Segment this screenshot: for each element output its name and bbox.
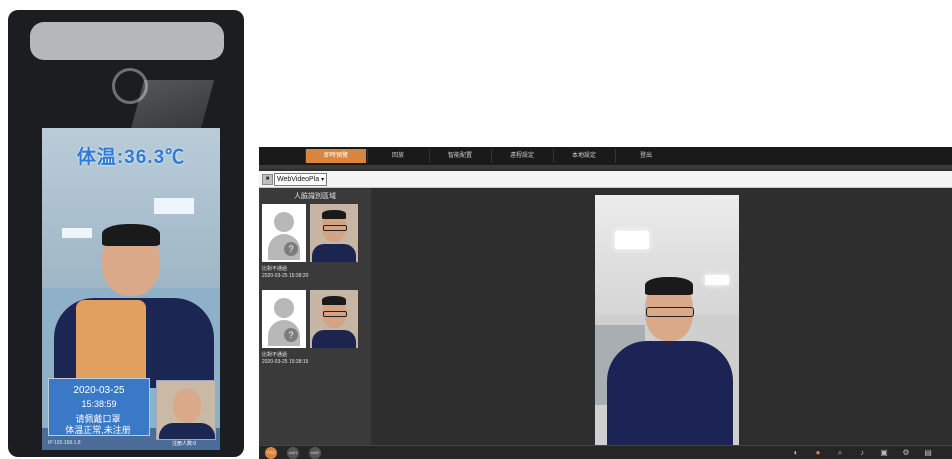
web-client: 即時預覽 回放 智能配置 遠程設定 本地設定 登出 ■ WebVideoPla ▾… — [259, 147, 952, 459]
chevron-down-icon: ▾ — [321, 177, 325, 183]
audio-icon[interactable]: ♪ — [857, 448, 867, 458]
settings-icon[interactable]: ⚙ — [901, 448, 911, 458]
tab-remote-settings[interactable]: 遠程設定 — [491, 149, 552, 163]
record-time: 2020-03-25 15:38:20 — [262, 273, 309, 279]
tab-smart-config[interactable]: 智能配置 — [429, 149, 490, 163]
temperature-readout: 体温:36.3℃ — [76, 147, 186, 168]
registered-count: 注册人数:0 — [172, 441, 197, 447]
fullscreen-icon[interactable]: ▣ — [879, 448, 889, 458]
device-top-cover — [30, 22, 224, 60]
captured-face — [310, 290, 358, 348]
tab-live-view[interactable]: 即時預覽 — [305, 149, 366, 163]
plugin-icon[interactable]: ■ — [262, 174, 273, 185]
tab-logout[interactable]: 登出 — [615, 149, 676, 163]
face-recognition-panel: 人臉識別區域 ? 比對不通過 2020-03-25 15:38:20 ? 比對不… — [259, 188, 371, 445]
video-channel-label: IPC — [597, 196, 603, 200]
tab-playback[interactable]: 回放 — [367, 149, 428, 163]
zoom-icon[interactable]: ⌕ — [835, 448, 845, 458]
record-icon[interactable]: ● — [813, 448, 823, 458]
device-ip: IP:192.168.1.8 — [48, 440, 81, 446]
captured-face — [310, 204, 358, 262]
device-message: 请佩戴口罩 体温正常,未注册 — [65, 414, 131, 435]
tab-local-settings[interactable]: 本地設定 — [553, 149, 614, 163]
device-date: 2020-03-25 — [73, 385, 125, 396]
video-timestamp: 2020-03-25 15:38:21 — [709, 196, 737, 200]
camera-icon[interactable]: ▤ — [923, 448, 933, 458]
channel-1-button[interactable]: ch01 — [287, 447, 299, 459]
channel-2-button[interactable]: ch02 — [309, 447, 321, 459]
unknown-avatar-icon: ? — [262, 204, 306, 262]
device-photo: 体温:36.3℃ 2020-03-25 15:38:59 请佩戴口罩 体温正常,… — [8, 10, 244, 457]
panel-title: 人臉識別區域 — [294, 193, 336, 200]
plugin-select[interactable]: WebVideoPla ▾ — [274, 173, 328, 186]
ptz-button[interactable]: PTZ — [265, 447, 277, 459]
top-nav: 即時預覽 回放 智能配置 遠程設定 本地設定 登出 — [259, 147, 952, 165]
device-time: 15:38:59 — [81, 399, 117, 409]
device-screen: 体温:36.3℃ 2020-03-25 15:38:59 请佩戴口罩 体温正常,… — [42, 128, 220, 450]
unknown-avatar-icon: ? — [262, 290, 306, 348]
record-status: 比對不通過 — [262, 266, 288, 272]
phone — [76, 300, 146, 390]
plugin-row: ■ WebVideoPla ▾ — [259, 171, 952, 188]
face-snapshot — [156, 380, 216, 440]
bottom-toolbar: PTZ ch01 ch02 ◐ ● ⌕ ♪ ▣ ⚙ ▤ — [259, 445, 952, 459]
record-status: 比對不通過 — [262, 352, 288, 358]
screenshot-icon[interactable]: ◐ — [791, 448, 801, 458]
live-video[interactable]: IPC 2020-03-25 15:38:21 — [595, 195, 739, 445]
record-time: 2020-03-25 15:38:15 — [262, 359, 309, 365]
